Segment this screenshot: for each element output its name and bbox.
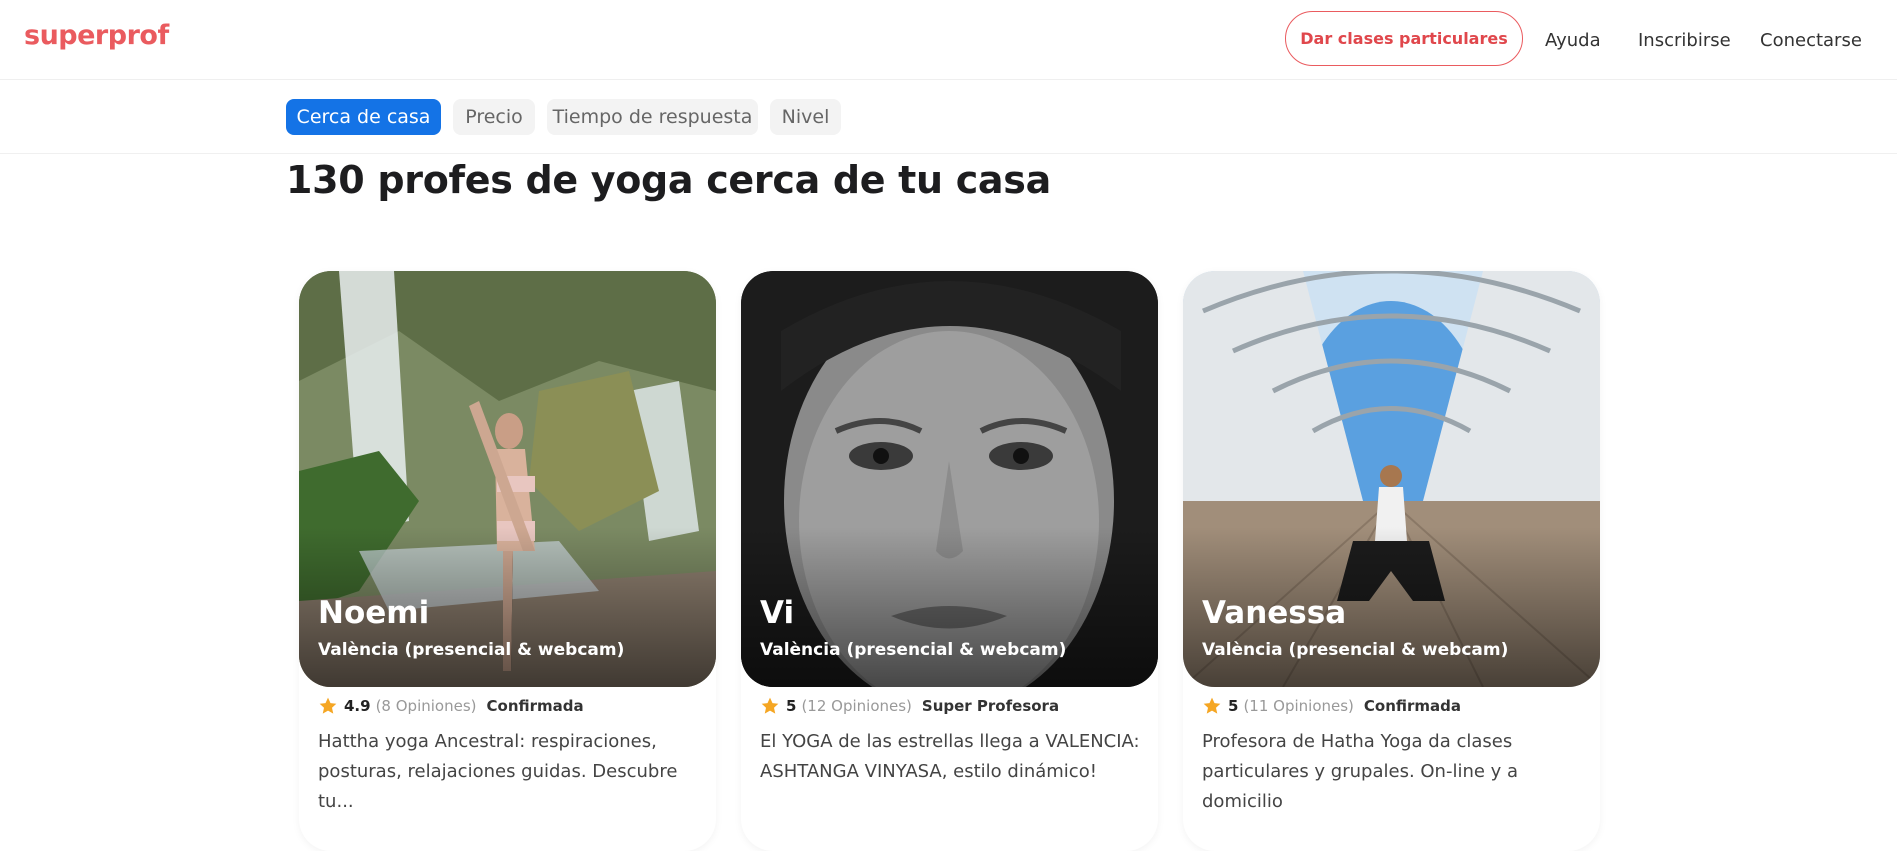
page-title: 130 profes de yoga cerca de tu casa (286, 158, 1051, 202)
status-badge: Confirmada (486, 697, 584, 715)
photo-gradient (741, 527, 1158, 687)
teacher-location: València (presencial & webcam) (760, 640, 1067, 660)
teacher-card[interactable]: Vanessa València (presencial & webcam) 5… (1183, 271, 1600, 851)
teacher-card[interactable]: Vi València (presencial & webcam) 5 (12 … (741, 271, 1158, 851)
teacher-card[interactable]: Noemi València (presencial & webcam) 4.9… (299, 271, 716, 851)
teacher-description: Profesora de Hatha Yoga da clases partic… (1202, 731, 1519, 812)
teacher-meta: 5 (12 Opiniones) Super Profesora (760, 695, 1059, 717)
teacher-photo[interactable]: Noemi València (presencial & webcam) (299, 271, 716, 687)
star-icon (1203, 697, 1221, 714)
teacher-description: Hattha yoga Ancestral: respiraciones, po… (318, 731, 678, 812)
filter-chip-price[interactable]: Precio (453, 99, 535, 135)
star-icon (761, 697, 779, 714)
rating-value: 5 (1228, 697, 1239, 715)
teacher-location: València (presencial & webcam) (318, 640, 625, 660)
nav-signup-link[interactable]: Inscribirse (1638, 30, 1731, 51)
reviews-count[interactable]: (11 Opiniones) (1243, 697, 1353, 715)
teacher-location: València (presencial & webcam) (1202, 640, 1509, 660)
status-badge: Super Profesora (921, 697, 1060, 715)
teacher-photo[interactable]: Vi València (presencial & webcam) (741, 271, 1158, 687)
nav-login-link[interactable]: Conectarse (1760, 30, 1862, 51)
teacher-name: Vi (760, 595, 795, 631)
rating-value: 5 (786, 697, 797, 715)
teacher-photo[interactable]: Vanessa València (presencial & webcam) (1183, 271, 1600, 687)
filter-chip-response-time[interactable]: Tiempo de respuesta (547, 99, 758, 135)
reviews-count[interactable]: (12 Opiniones) (801, 697, 911, 715)
filter-bar: Cerca de casa Precio Tiempo de respuesta… (0, 80, 1897, 154)
status-badge: Confirmada (1363, 697, 1462, 715)
teacher-name: Vanessa (1202, 595, 1347, 631)
filter-chip-level[interactable]: Nivel (770, 99, 841, 135)
teacher-meta: 5 (11 Opiniones) Confirmada (1202, 695, 1461, 717)
teacher-name: Noemi (318, 595, 430, 631)
reviews-count[interactable]: (8 Opiniones) (376, 697, 477, 715)
teach-classes-button[interactable]: Dar clases particulares (1285, 11, 1523, 66)
teacher-meta: 4.9 (8 Opiniones) Confirmada (318, 695, 584, 717)
top-header: superprof Dar clases particulares Ayuda … (0, 0, 1897, 80)
nav-help-link[interactable]: Ayuda (1545, 30, 1601, 51)
rating-value: 4.9 (344, 697, 371, 715)
teacher-description: El YOGA de las estrellas llega a VALENCI… (760, 731, 1140, 782)
filter-chip-near-home[interactable]: Cerca de casa (286, 99, 441, 135)
star-icon (319, 697, 337, 714)
superprof-logo[interactable]: superprof (24, 20, 169, 51)
